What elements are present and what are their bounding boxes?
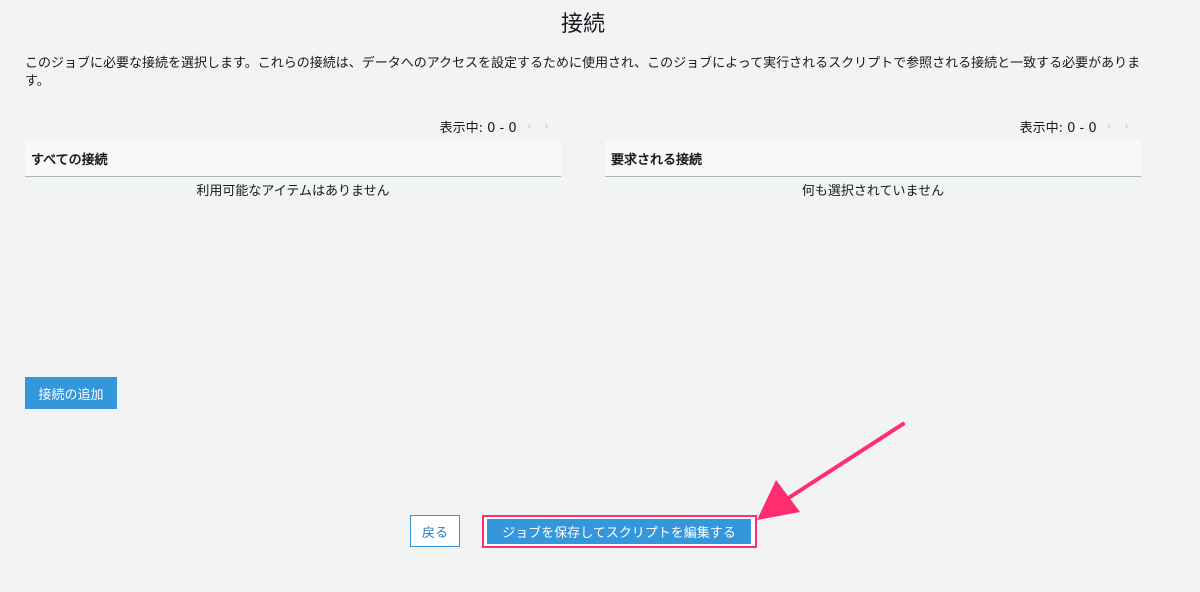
add-connection-button[interactable]: 接続の追加 bbox=[25, 377, 117, 409]
chevron-right-icon[interactable]: › bbox=[1124, 119, 1129, 134]
pager-status: 表示中: 0 - 0 bbox=[439, 120, 517, 136]
page-title: 接続 bbox=[560, 12, 605, 37]
connections-page: 接続 このジョブに必要な接続を選択します。これらの接続は、データへのアクセスを設… bbox=[0, 0, 1200, 592]
all-connections-pager: 表示中: 0 - 0 ‹ › bbox=[25, 116, 561, 136]
required-connections-empty-text: 何も選択されていません bbox=[801, 184, 945, 199]
chevron-right-icon[interactable]: › bbox=[544, 119, 549, 134]
required-connections-pager: 表示中: 0 - 0 ‹ › bbox=[605, 116, 1141, 136]
chevron-left-icon[interactable]: ‹ bbox=[1107, 119, 1112, 134]
back-button[interactable]: 戻る bbox=[410, 515, 460, 547]
all-connections-panel: 表示中: 0 - 0 ‹ › すべての接続 利用可能なアイテムはありません bbox=[25, 116, 561, 199]
chevron-left-icon[interactable]: ‹ bbox=[527, 119, 532, 134]
page-description: このジョブに必要な接続を選択します。これらの接続は、データへのアクセスを設定する… bbox=[25, 56, 1141, 89]
save-and-edit-script-button[interactable]: ジョブを保存してスクリプトを編集する bbox=[487, 519, 751, 544]
required-connections-panel: 表示中: 0 - 0 ‹ › 要求される接続 何も選択されていません bbox=[605, 116, 1141, 199]
all-connections-header: すべての接続 bbox=[25, 140, 561, 177]
all-connections-empty-text: 利用可能なアイテムはありません bbox=[196, 184, 390, 199]
pager-status: 表示中: 0 - 0 bbox=[1019, 120, 1097, 136]
required-connections-header: 要求される接続 bbox=[605, 140, 1141, 177]
